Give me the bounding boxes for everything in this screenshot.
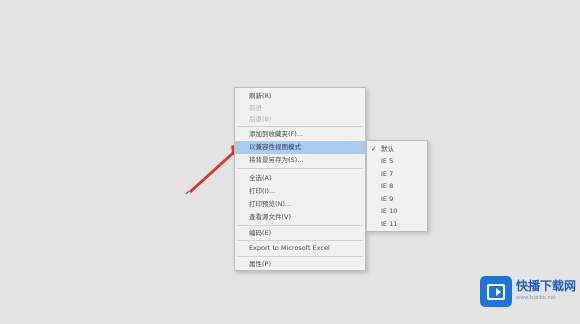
watermark-name: 快播下载网 — [516, 279, 577, 293]
submenu-item-label: IE 7 — [381, 170, 394, 178]
submenu-item-ie10[interactable]: IE 10 — [367, 205, 427, 217]
submenu-item-ie8[interactable]: IE 8 — [367, 180, 427, 192]
menu-item-back[interactable]: 后退(B) — [235, 113, 365, 126]
menu-item-encoding[interactable]: 编码(E) — [235, 227, 365, 240]
submenu-item-ie7[interactable]: IE 7 — [367, 168, 427, 180]
menu-separator — [237, 168, 363, 169]
watermark-logo-icon — [480, 276, 512, 307]
compat-view-submenu: ✓ 默认 IE 5 IE 7 IE 8 IE 9 IE 10 IE 11 — [366, 140, 428, 232]
menu-item-save-background[interactable]: 将背景另存为(S)... — [235, 154, 365, 167]
submenu-item-label: IE 11 — [381, 220, 398, 228]
checkmark-icon: ✓ — [371, 145, 377, 153]
submenu-item-ie9[interactable]: IE 9 — [367, 193, 427, 205]
submenu-item-ie5[interactable]: IE 5 — [367, 155, 427, 167]
menu-separator — [237, 240, 363, 241]
menu-separator — [237, 256, 363, 257]
menu-item-print-preview[interactable]: 打印预览(N)... — [235, 198, 365, 211]
menu-item-compat-view[interactable]: 以兼容性视图模式 — [235, 141, 365, 154]
context-menu: 刷新(R) 前进 后退(B) 添加到收藏夹(F)... 以兼容性视图模式 将背景… — [234, 87, 366, 271]
menu-separator — [237, 225, 363, 226]
menu-separator — [237, 126, 363, 127]
submenu-item-label: IE 10 — [381, 207, 398, 215]
submenu-item-label: IE 8 — [381, 182, 394, 190]
submenu-item-default[interactable]: ✓ 默认 — [367, 143, 427, 155]
menu-item-select-all[interactable]: 全选(A) — [235, 172, 365, 185]
menu-item-export-excel[interactable]: Export to Microsoft Excel — [235, 242, 365, 255]
submenu-item-label: 默认 — [381, 145, 394, 153]
menu-item-print[interactable]: 打印(I)... — [235, 185, 365, 198]
submenu-item-label: IE 9 — [381, 195, 394, 203]
menu-item-view-source[interactable]: 查看源文件(V) — [235, 211, 365, 224]
menu-item-add-favorite[interactable]: 添加到收藏夹(F)... — [235, 128, 365, 141]
submenu-item-ie11[interactable]: IE 11 — [367, 218, 427, 230]
menu-item-properties[interactable]: 属性(P) — [235, 258, 365, 271]
watermark-url: www.kuaibo.net — [516, 295, 556, 301]
submenu-item-label: IE 5 — [381, 157, 394, 165]
